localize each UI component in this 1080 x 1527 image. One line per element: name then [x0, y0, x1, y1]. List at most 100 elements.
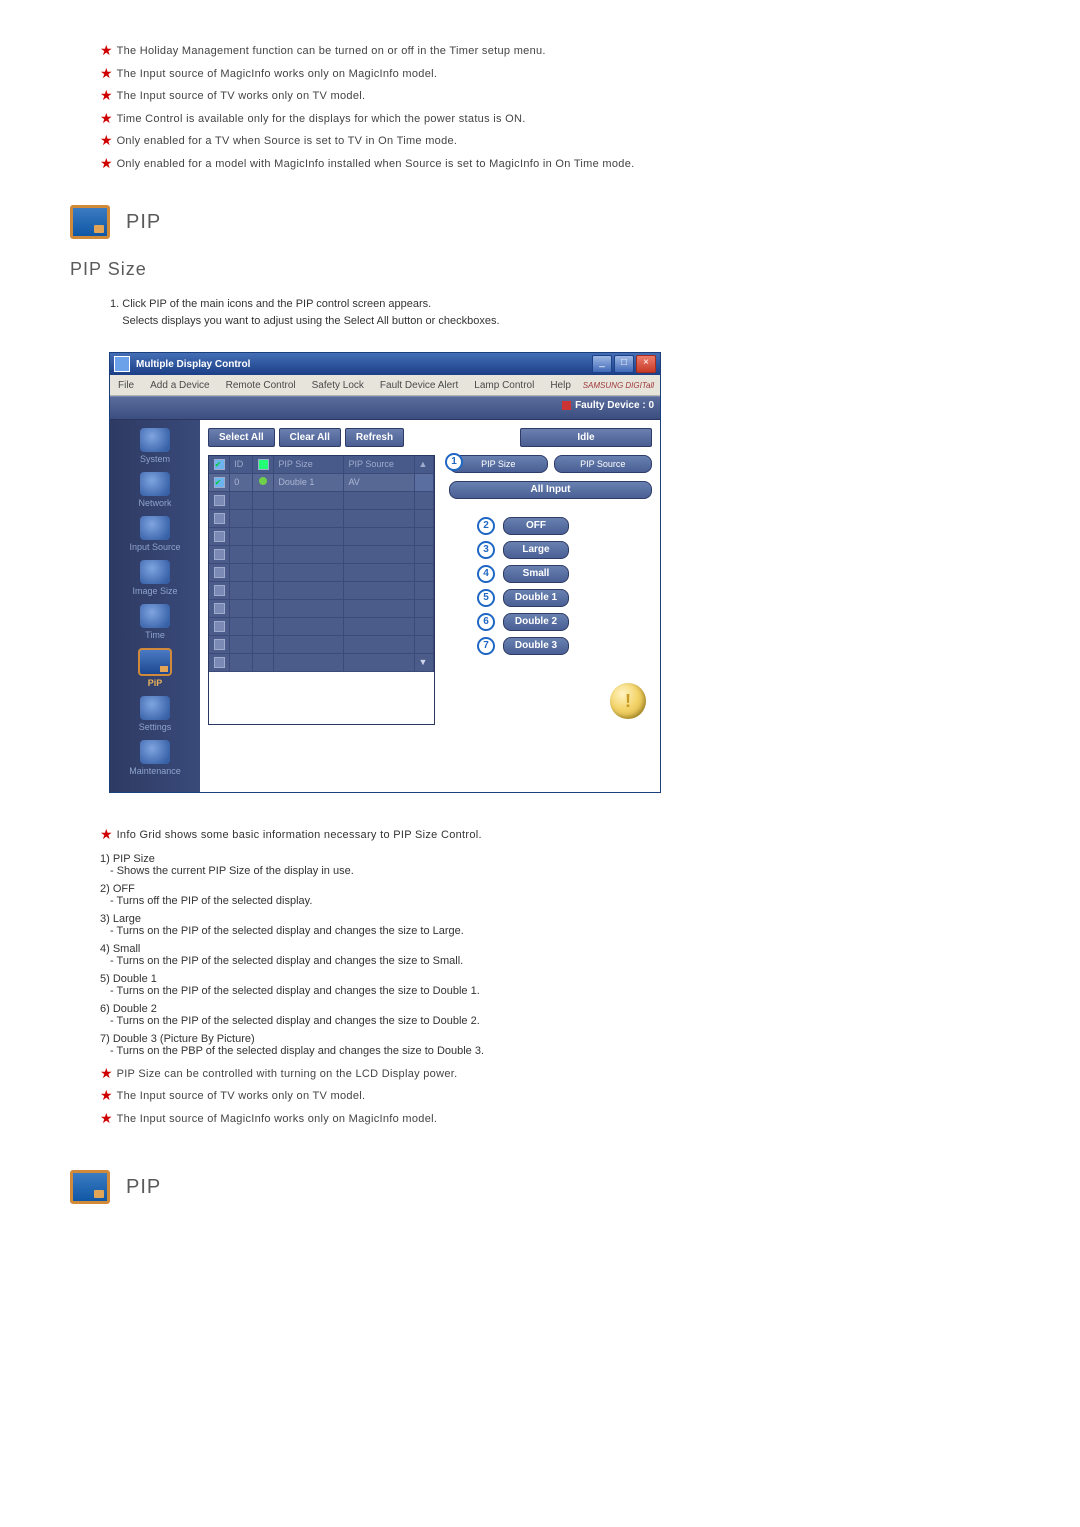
item-desc: - Turns on the PIP of the selected displ… [110, 955, 780, 967]
item-desc: - Turns off the PIP of the selected disp… [110, 895, 780, 907]
menubar: File Add a Device Remote Control Safety … [110, 375, 660, 396]
note-text: Only enabled for a model with MagicInfo … [117, 156, 635, 173]
pip-icon [70, 1170, 110, 1204]
header-checkbox[interactable] [209, 456, 230, 474]
menu-remote[interactable]: Remote Control [218, 380, 304, 391]
intro-text: 1. Click PIP of the main icons and the P… [110, 296, 780, 329]
tab-pip-source[interactable]: PIP Source [554, 455, 653, 473]
menu-add-device[interactable]: Add a Device [142, 380, 217, 391]
callout-5: 5 [477, 589, 495, 607]
item-title: Double 3 (Picture By Picture) [113, 1033, 255, 1045]
item-desc: - Turns on the PIP of the selected displ… [110, 1015, 780, 1027]
explain-list: 1) PIP Size- Shows the current PIP Size … [60, 853, 780, 1057]
star-icon: ★ [100, 133, 113, 147]
item-title: PIP Size [113, 853, 155, 865]
sidebar-item-system[interactable]: System [110, 428, 200, 464]
sidebar-item-time[interactable]: Time [110, 604, 200, 640]
window-title: Multiple Display Control [136, 359, 592, 370]
all-input-button[interactable]: All Input [449, 481, 652, 499]
menu-safety-lock[interactable]: Safety Lock [304, 380, 372, 391]
section-heading-pip-size: PIP Size [70, 259, 780, 280]
note-text: The Input source of TV works only on TV … [117, 1088, 366, 1105]
sidebar-item-input-source[interactable]: Input Source [110, 516, 200, 552]
row-checkbox[interactable] [209, 474, 230, 492]
sidebar-item-label: Input Source [110, 542, 200, 552]
note-text: PIP Size can be controlled with turning … [117, 1066, 458, 1083]
faulty-device-badge: Faulty Device : 0 [562, 400, 654, 411]
clear-all-button[interactable]: Clear All [279, 428, 341, 447]
note-text: Time Control is available only for the d… [117, 111, 526, 128]
header-id: ID [230, 456, 253, 474]
item-number: 5) [100, 973, 110, 985]
faulty-indicator-icon [562, 401, 571, 410]
close-button[interactable]: × [636, 355, 656, 373]
scroll-up-icon[interactable]: ▲ [415, 456, 434, 474]
note-text: Only enabled for a TV when Source is set… [117, 133, 458, 150]
time-icon [140, 604, 170, 628]
item-number: 4) [100, 943, 110, 955]
sidebar-item-label: PiP [110, 678, 200, 688]
item-desc: - Turns on the PIP of the selected displ… [110, 925, 780, 937]
sidebar-item-image-size[interactable]: Image Size [110, 560, 200, 596]
intro-line2: Selects displays you want to adjust usin… [122, 315, 499, 327]
star-icon: ★ [100, 827, 113, 841]
item-title: Small [113, 943, 141, 955]
faulty-label: Faulty Device : 0 [575, 400, 654, 411]
option-small[interactable]: Small [503, 565, 569, 583]
option-double3[interactable]: Double 3 [503, 637, 569, 655]
header-status [253, 456, 274, 474]
sidebar-item-network[interactable]: Network [110, 472, 200, 508]
option-double1[interactable]: Double 1 [503, 589, 569, 607]
option-double2[interactable]: Double 2 [503, 613, 569, 631]
callout-4: 4 [477, 565, 495, 583]
intro-line1: Click PIP of the main icons and the PIP … [122, 298, 431, 310]
option-off[interactable]: OFF [503, 517, 569, 535]
pip-icon [70, 205, 110, 239]
callout-7: 7 [477, 637, 495, 655]
item-title: OFF [113, 883, 135, 895]
top-notes-list: ★ The Holiday Management function can be … [60, 40, 780, 175]
note-text: The Holiday Management function can be t… [117, 43, 546, 60]
menu-file[interactable]: File [110, 380, 142, 391]
minimize-button[interactable]: _ [592, 355, 612, 373]
sidebar-item-maintenance[interactable]: Maintenance [110, 740, 200, 776]
callout-3: 3 [477, 541, 495, 559]
item-title: Double 2 [113, 1003, 157, 1015]
tab-pip-size[interactable]: PIP Size [449, 455, 548, 473]
sidebar-item-label: Settings [110, 722, 200, 732]
info-note: Info Grid shows some basic information n… [117, 827, 482, 844]
star-icon: ★ [100, 1111, 113, 1125]
star-icon: ★ [100, 156, 113, 170]
table-row[interactable]: 0 Double 1 AV [209, 474, 434, 492]
note-text: The Input source of MagicInfo works only… [117, 1111, 438, 1128]
sidebar-item-settings[interactable]: Settings [110, 696, 200, 732]
brand-label: SAMSUNG DIGITall [583, 381, 660, 390]
titlebar: Multiple Display Control _ □ × [110, 353, 660, 375]
select-all-button[interactable]: Select All [208, 428, 275, 447]
sidebar-item-label: Maintenance [110, 766, 200, 776]
idle-indicator: Idle [520, 428, 652, 447]
callout-1: 1 [445, 453, 463, 471]
menu-lamp[interactable]: Lamp Control [466, 380, 542, 391]
row-pip-size: Double 1 [274, 474, 344, 492]
item-desc: - Turns on the PBP of the selected displ… [110, 1045, 780, 1057]
option-large[interactable]: Large [503, 541, 569, 559]
pip-heading: PIP [126, 1176, 161, 1199]
refresh-button[interactable]: Refresh [345, 428, 404, 447]
menu-fault-alert[interactable]: Fault Device Alert [372, 380, 466, 391]
header-pip-size: PIP Size [274, 456, 344, 474]
input-source-icon [140, 516, 170, 540]
image-size-icon [140, 560, 170, 584]
menu-help[interactable]: Help [542, 380, 579, 391]
sidebar-item-pip[interactable]: PiP [110, 648, 200, 688]
note-text: The Input source of MagicInfo works only… [117, 66, 438, 83]
sidebar-item-label: System [110, 454, 200, 464]
scroll-down-icon[interactable]: ▼ [415, 654, 434, 672]
item-number: 6) [100, 1003, 110, 1015]
star-icon: ★ [100, 43, 113, 57]
maintenance-icon [140, 740, 170, 764]
maximize-button[interactable]: □ [614, 355, 634, 373]
info-grid: ID PIP Size PIP Source ▲ 0 Double 1 AV [208, 455, 435, 725]
star-icon: ★ [100, 111, 113, 125]
app-icon [114, 356, 130, 372]
